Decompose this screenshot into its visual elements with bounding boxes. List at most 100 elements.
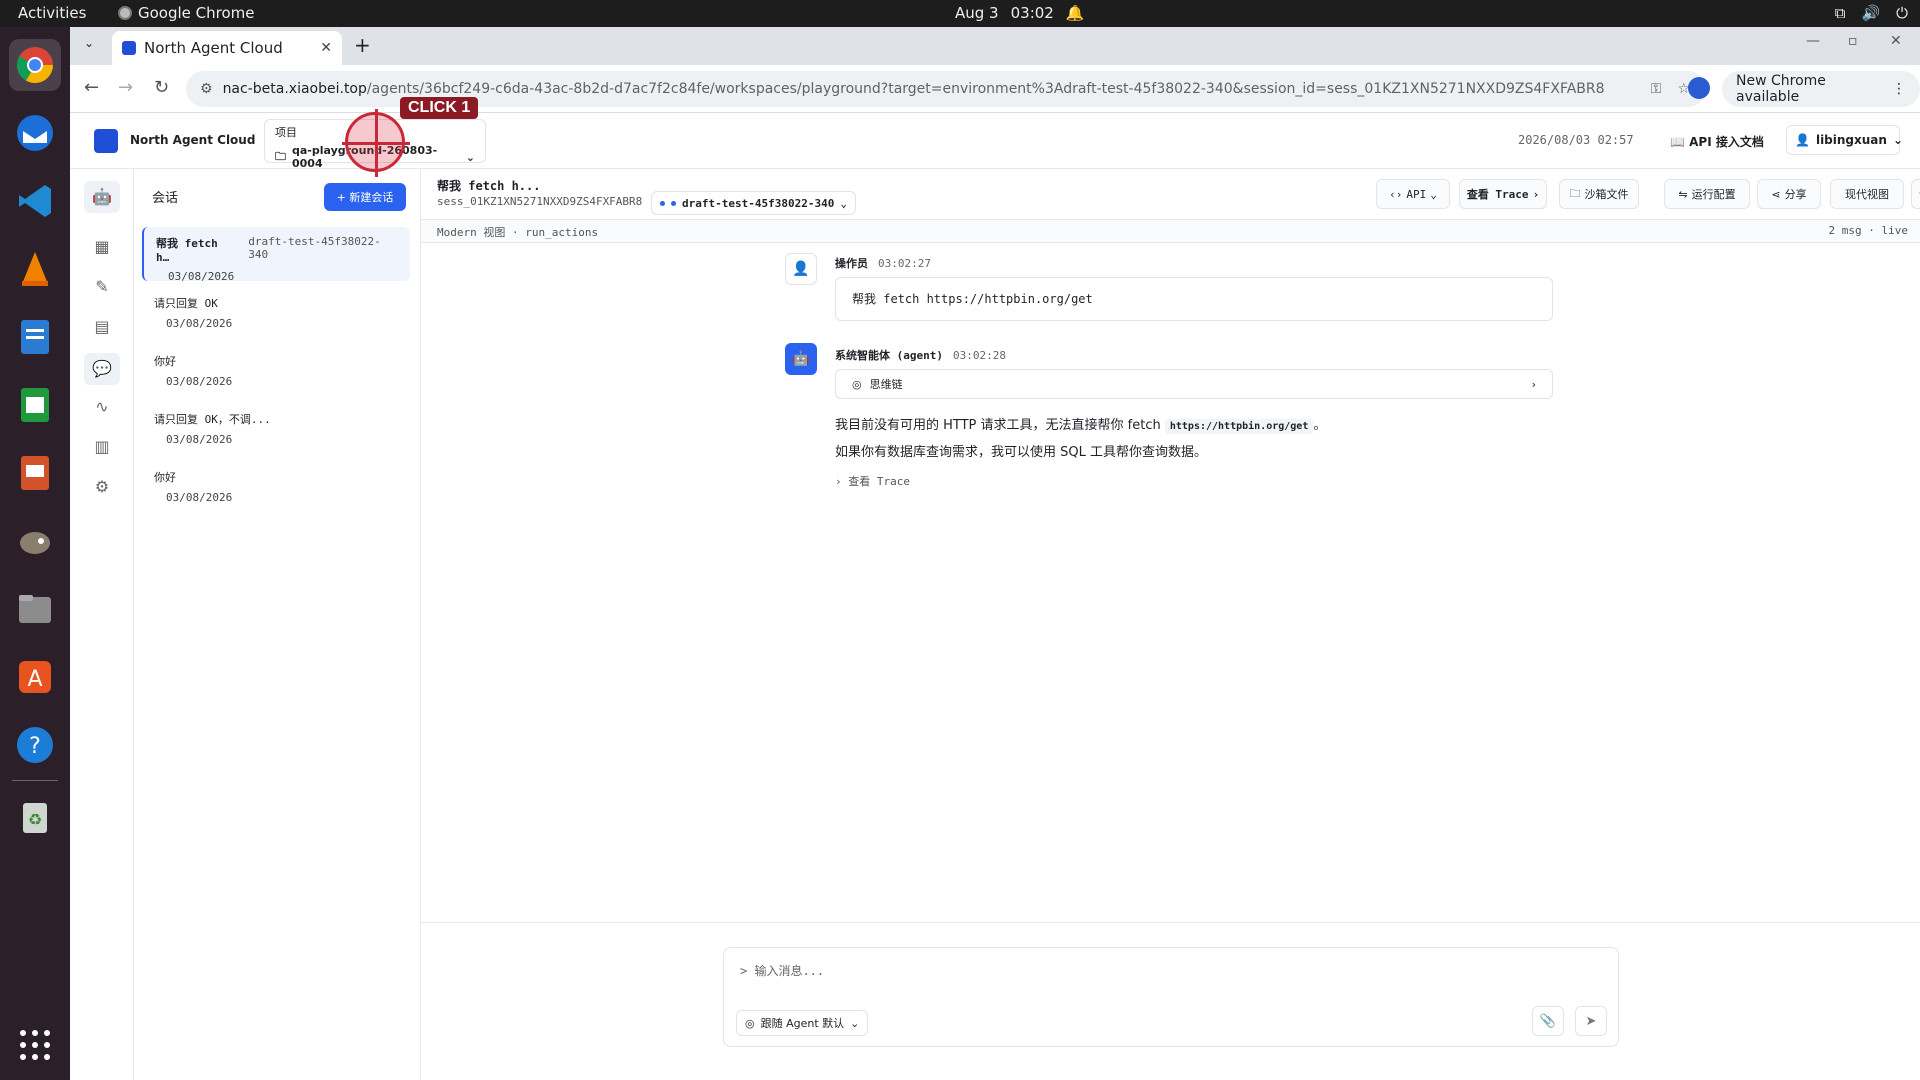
terminal-icon[interactable]: ▤ [90,315,114,339]
back-icon[interactable]: ← [84,77,99,98]
session-item[interactable]: 你好 03/08/2026 [142,345,410,399]
close-tab-icon[interactable]: ✕ [320,40,332,56]
reload-icon[interactable]: ↻ [154,77,169,98]
vlc-icon [22,252,48,286]
profile-avatar[interactable] [1688,77,1710,99]
network-icon: ⧉ [1834,4,1846,22]
password-key-icon[interactable]: ⚿ [1651,81,1662,97]
help-icon: ? [17,727,53,763]
send-button[interactable]: ➤ [1575,1006,1607,1036]
message-composer[interactable]: > 输入消息... ◎ 跟随 Agent 默认 ⌄ 📎 ➤ [723,947,1619,1047]
share-icon: ⋖ [1771,187,1781,201]
message-input[interactable]: > 输入消息... [740,962,824,979]
agent-selector-label: 跟随 Agent 默认 [760,1017,845,1030]
debug-log-button[interactable]: 调试日志 [1911,179,1920,209]
session-panel-title: 会话 [152,191,179,206]
chart-icon[interactable]: ▥ [90,435,114,459]
user-icon: 👤 [792,261,810,277]
modern-view-button[interactable]: 现代视图 [1830,179,1904,209]
message-author: 操作员 [835,257,868,270]
calc-icon [21,388,49,422]
dock-trash[interactable]: ♻ [9,791,61,843]
user-message-meta: 操作员 03:02:27 [835,255,931,271]
attach-button[interactable]: 📎 [1532,1006,1564,1036]
writer-icon [21,320,49,354]
dock-app-grid[interactable] [9,1019,61,1071]
url-host: nac-beta.xiaobei.top [222,81,367,97]
tab-search-icon[interactable]: ⌄ [84,36,94,50]
code-icon: ‹› [1389,187,1403,201]
browser-toolbar: ← → ↻ ⚙ nac-beta.xiaobei.top/agents/36bc… [70,65,1920,113]
activity-icon[interactable]: ∿ [90,395,114,419]
user-icon: 👤 [1795,133,1810,147]
chevron-down-icon: ⌄ [1430,187,1437,201]
agent-selector[interactable]: ◎ 跟随 Agent 默认 ⌄ [736,1010,869,1036]
run-config-button[interactable]: ⇋ 运行配置 [1664,179,1750,209]
volume-icon: 🔊 [1861,4,1881,22]
gimp-icon [20,532,50,554]
agent-answer: 我目前没有可用的 HTTP 请求工具，无法直接帮你 fetch https://… [835,413,1553,466]
dock: A ? ♻ [0,27,70,1080]
session-item[interactable]: 帮我 fetch h… draft-test-45f38022-340 03/08… [142,227,410,283]
window-close-icon[interactable]: ✕ [1890,33,1902,49]
dock-writer[interactable] [9,311,61,363]
api-doc-link[interactable]: 📖 API 接入文档 [1670,133,1764,150]
dock-calc[interactable] [9,379,61,431]
chevron-down-icon: ⌄ [850,1016,860,1030]
maximize-icon[interactable]: ▫ [1848,33,1858,49]
view-status-bar: Modern 视图 · run_actions 2 msg · live [421,219,1920,243]
dock-appcenter[interactable]: A [9,651,61,703]
dock-vscode[interactable] [9,175,61,227]
dock-vlc[interactable] [9,243,61,295]
robot-icon[interactable]: 🤖 [84,181,120,213]
trash-icon: ♻ [23,803,47,833]
edit-icon[interactable]: ✎ [90,275,114,299]
chrome-update-button[interactable]: New Chrome available ⋮ [1722,71,1920,107]
view-trace-link[interactable]: › 查看 Trace [835,473,910,489]
environment-selector[interactable]: draft-test-45f38022-340 ⌄ [651,191,856,215]
session-item[interactable]: 请只回复 OK，不调... 03/08/2026 [142,403,410,457]
dock-files[interactable] [9,583,61,635]
lightbulb-icon: ◎ [745,1016,755,1030]
site-info-icon[interactable]: ⚙ [200,81,213,97]
files-icon [19,595,51,623]
session-item[interactable]: 请只回复 OK 03/08/2026 [142,287,410,341]
chain-of-thought-toggle[interactable]: ◎ 思维链 › [835,369,1553,399]
dashboard-icon[interactable]: ▦ [90,235,114,259]
user-menu[interactable]: 👤 libingxuan ⌄ [1786,125,1903,155]
session-item[interactable]: 你好 03/08/2026 [142,461,410,515]
status-dot-icon [660,200,665,206]
click-marker [342,109,410,177]
session-tag: draft-test-45f38022-340 [248,235,381,261]
dock-chrome[interactable] [9,39,61,91]
minimize-icon[interactable]: — [1806,33,1820,49]
session-title: 请只回复 OK [154,297,218,310]
new-session-button[interactable]: + 新建会话 [324,183,406,211]
chevron-right-icon: › [1532,187,1540,201]
dock-thunderbird[interactable] [9,107,61,159]
svg-text:♻: ♻ [28,810,42,829]
new-tab-icon[interactable]: + [354,33,371,57]
chat-header: 帮我 fetch h... sess_01KZ1XN5271NXXD9ZS4FX… [421,169,1920,219]
share-button[interactable]: ⋖ 分享 [1757,179,1821,209]
settings-sliders-icon[interactable]: ⚙ [90,475,114,499]
system-tray[interactable]: ⧉ 🔊 ⏻ [1835,4,1908,22]
sandbox-files-button[interactable]: 🗀 沙箱文件 [1559,179,1639,209]
user-name: libingxuan [1815,133,1887,147]
message-author: 系统智能体 (agent) [835,349,943,362]
clock[interactable]: Aug 3 03:02 🔔 [955,4,1085,22]
activities-button[interactable]: Activities [18,4,86,22]
chat-icon[interactable]: 💬 [84,353,120,385]
chat-session-id: sess_01KZ1XN5271NXXD9ZS4FXFABR8 [437,195,643,208]
dock-impress[interactable] [9,447,61,499]
session-date: 03/08/2026 [166,375,233,388]
dock-help[interactable]: ? [9,719,61,771]
dock-gimp[interactable] [9,515,61,567]
api-button[interactable]: ‹› API ⌄ [1376,179,1450,209]
browser-tab[interactable]: North Agent Cloud ✕ [112,31,342,65]
view-trace-button[interactable]: 查看 Trace › [1459,179,1547,209]
session-title: 请只回复 OK，不调... [154,413,271,426]
app-menu[interactable]: Google Chrome [118,4,255,22]
forward-icon[interactable]: → [118,77,133,98]
session-panel: 会话 + 新建会话 帮我 fetch h… draft-test-45f38022… [134,169,421,1080]
